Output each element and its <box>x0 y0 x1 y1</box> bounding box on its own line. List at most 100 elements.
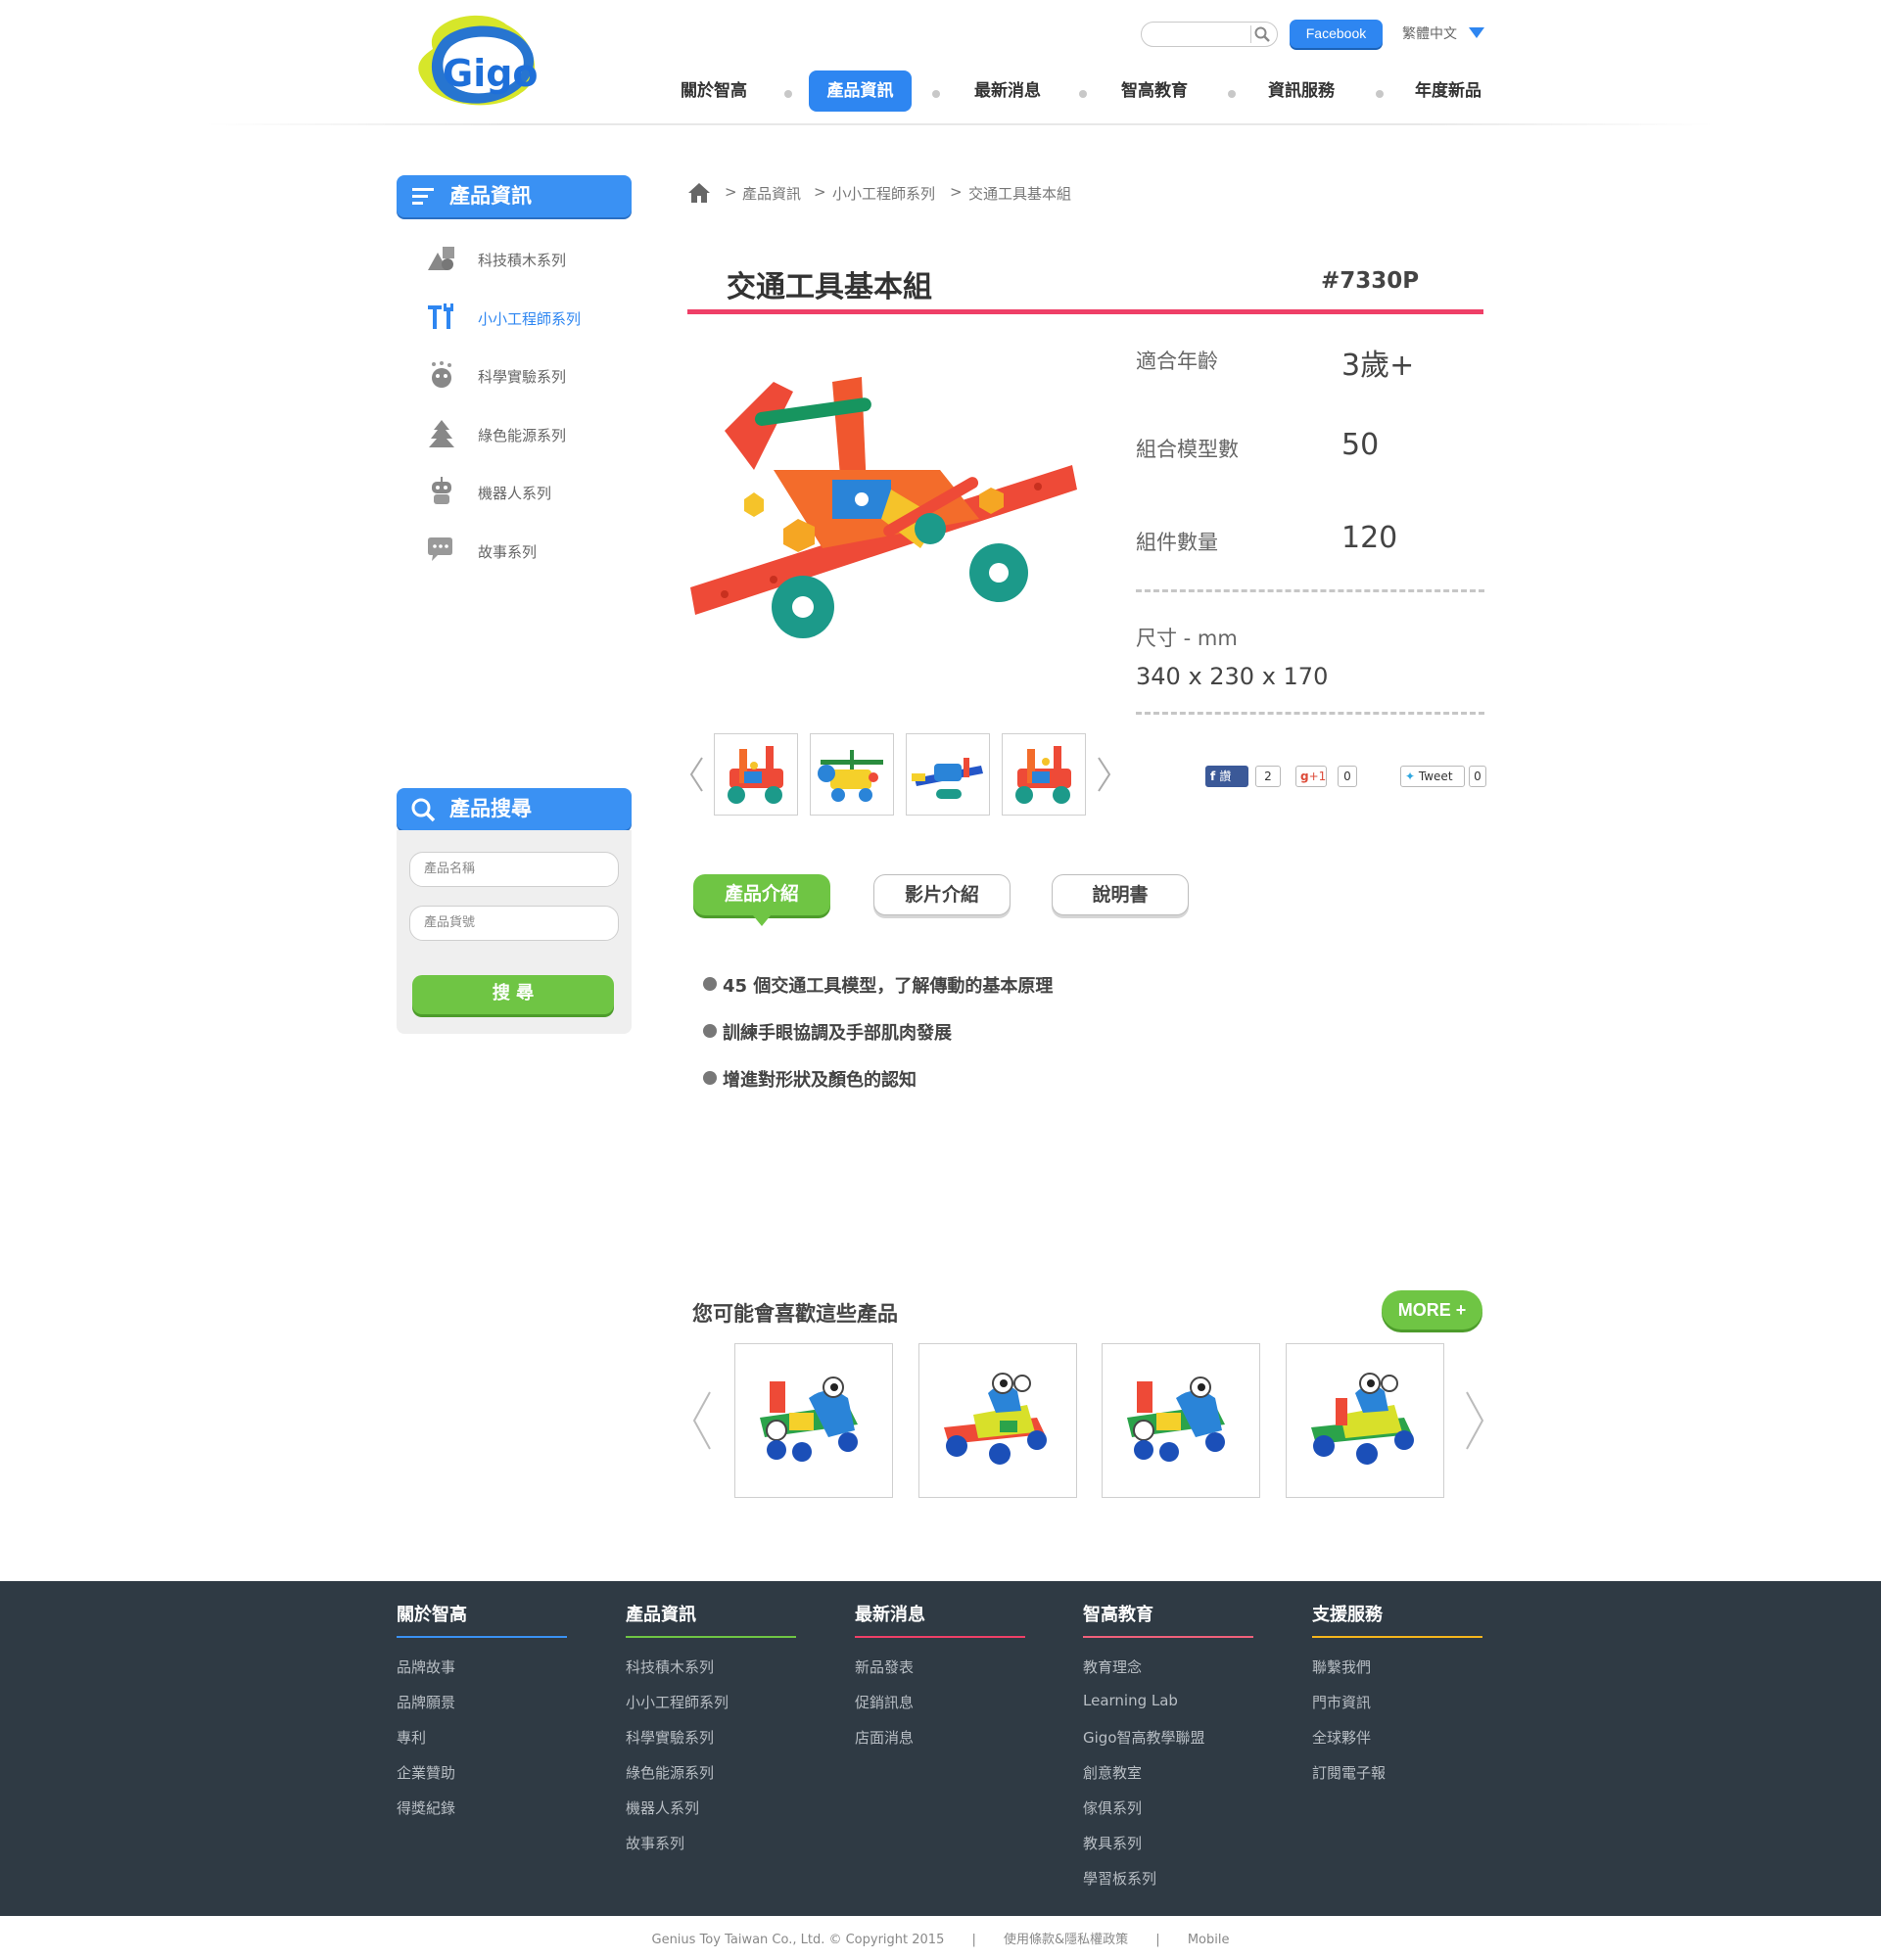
nav-new-products[interactable]: 年度新品 <box>1403 70 1493 112</box>
tree-icon <box>429 420 454 447</box>
search-divider <box>1250 25 1251 43</box>
gigo-logo[interactable]: Gigo <box>413 10 542 112</box>
footer-column-title[interactable]: 最新消息 <box>855 1601 925 1626</box>
spec-dashed-divider <box>1136 712 1484 715</box>
footer-column-underline <box>855 1636 1025 1638</box>
footer-link[interactable]: 全球夥伴 <box>1312 1727 1371 1748</box>
footer-link[interactable]: Gigo智高教學聯盟 <box>1083 1727 1205 1748</box>
footer-link[interactable]: 學習板系列 <box>1083 1868 1156 1889</box>
chat-bubble-icon <box>428 537 452 561</box>
footer-link[interactable]: 科技積木系列 <box>626 1657 714 1677</box>
models-label: 組合模型數 <box>1136 438 1239 461</box>
footer-link[interactable]: 專利 <box>397 1727 426 1748</box>
footer-column-title[interactable]: 關於智高 <box>397 1601 467 1626</box>
sidebar-products-header: 產品資訊 <box>397 175 632 217</box>
footer-link[interactable]: 店面消息 <box>855 1727 914 1748</box>
product-name-input[interactable]: 產品名稱 <box>409 852 619 887</box>
footer-column-underline <box>1083 1636 1253 1638</box>
tab-manual[interactable]: 說明書 <box>1052 874 1189 915</box>
product-thumbnail[interactable] <box>906 733 990 816</box>
footer-column-title[interactable]: 智高教育 <box>1083 1601 1153 1626</box>
tab-product-intro[interactable]: 產品介紹 <box>693 874 830 915</box>
related-product-card[interactable] <box>1286 1343 1444 1498</box>
age-label: 適合年齡 <box>1136 350 1218 373</box>
product-search-button[interactable]: 搜 尋 <box>412 975 614 1014</box>
product-code-input[interactable]: 產品貨號 <box>409 906 619 941</box>
footer-column-title[interactable]: 產品資訊 <box>626 1601 696 1626</box>
search-icon[interactable] <box>1253 25 1271 43</box>
sidebar-item-story[interactable]: 故事系列 <box>426 535 622 566</box>
nav-education[interactable]: 智高教育 <box>1109 70 1199 112</box>
home-icon[interactable] <box>687 182 711 204</box>
related-next-arrow-icon[interactable] <box>1465 1390 1486 1451</box>
sidebar-item-green-energy[interactable]: 綠色能源系列 <box>426 418 622 449</box>
sidebar-item-little-engineer[interactable]: 小小工程師系列 <box>426 302 622 333</box>
header-search-input[interactable] <box>1141 22 1278 47</box>
breadcrumb-separator: > <box>725 183 737 201</box>
related-product-card[interactable] <box>734 1343 893 1498</box>
footer-link[interactable]: 故事系列 <box>626 1833 684 1853</box>
footer-link[interactable]: 教育理念 <box>1083 1657 1142 1677</box>
more-button[interactable]: MORE + <box>1382 1290 1482 1330</box>
footer-link[interactable]: 促銷訊息 <box>855 1692 914 1712</box>
policy-link[interactable]: 使用條款&隱私權政策 <box>1004 1933 1128 1947</box>
sidebar-item-science[interactable]: 科學實驗系列 <box>426 359 622 391</box>
footer-link[interactable]: 傢俱系列 <box>1083 1797 1142 1818</box>
footer-link[interactable]: 聯繫我們 <box>1312 1657 1371 1677</box>
tab-video[interactable]: 影片介紹 <box>873 874 1011 915</box>
copyright-bar: Genius Toy Taiwan Co., Ltd. © Copyright … <box>0 1929 1881 1947</box>
footer-link[interactable]: 品牌願景 <box>397 1692 455 1712</box>
breadcrumb-products[interactable]: 產品資訊 <box>742 183 801 204</box>
language-selector[interactable]: 繁體中文 <box>1402 23 1457 43</box>
footer-link[interactable]: 機器人系列 <box>626 1797 699 1818</box>
footer-column-title[interactable]: 支援服務 <box>1312 1601 1383 1626</box>
related-prev-arrow-icon[interactable] <box>690 1390 712 1451</box>
robot-icon <box>432 477 451 504</box>
thumbs-prev-arrow-icon[interactable] <box>688 756 704 793</box>
tweet-button[interactable]: ✦ Tweet <box>1400 766 1465 787</box>
footer-column-underline <box>626 1636 796 1638</box>
footer-link[interactable]: 新品發表 <box>855 1657 914 1677</box>
footer-link[interactable]: Learning Lab <box>1083 1692 1178 1709</box>
copyright-separator: | <box>1155 1933 1160 1947</box>
footer-link[interactable]: 綠色能源系列 <box>626 1762 714 1783</box>
footer-link[interactable]: 品牌故事 <box>397 1657 455 1677</box>
footer-link[interactable]: 企業贊助 <box>397 1762 455 1783</box>
thumbs-next-arrow-icon[interactable] <box>1097 756 1112 793</box>
feature-text: 45 個交通工具模型，了解傳動的基本原理 <box>723 976 1054 997</box>
facebook-button[interactable]: Facebook <box>1290 20 1383 48</box>
copyright-separator: | <box>971 1933 976 1947</box>
sidebar-item-label: 綠色能源系列 <box>478 427 567 444</box>
facebook-like-button[interactable]: f 讚 <box>1205 766 1248 787</box>
product-thumbnail[interactable] <box>714 733 798 816</box>
related-product-card[interactable] <box>918 1343 1077 1498</box>
nav-news[interactable]: 最新消息 <box>963 70 1053 112</box>
breadcrumb-series[interactable]: 小小工程師系列 <box>832 183 935 204</box>
footer-link[interactable]: 得獎紀錄 <box>397 1797 455 1818</box>
parts-label: 組件數量 <box>1136 531 1218 554</box>
related-products-title: 您可能會喜歡這些產品 <box>692 1302 898 1326</box>
page: { "header": { "logo_text": "Gigo", "sear… <box>0 0 1881 1960</box>
chevron-down-icon[interactable] <box>1469 27 1484 38</box>
nav-services[interactable]: 資訊服務 <box>1256 70 1346 112</box>
sidebar-item-robot[interactable]: 機器人系列 <box>426 476 622 507</box>
bullet-icon <box>703 1024 717 1038</box>
footer-link[interactable]: 教具系列 <box>1083 1833 1142 1853</box>
search-icon <box>411 798 436 822</box>
facebook-icon: f <box>1210 770 1220 783</box>
related-product-card[interactable] <box>1102 1343 1260 1498</box>
footer-link[interactable]: 小小工程師系列 <box>626 1692 729 1712</box>
nav-about[interactable]: 關於智高 <box>669 70 759 112</box>
mobile-link[interactable]: Mobile <box>1188 1933 1230 1947</box>
google-plus-button[interactable]: g+1 <box>1295 766 1327 787</box>
product-thumbnail[interactable] <box>1002 733 1086 816</box>
nav-products[interactable]: 產品資訊 <box>809 70 912 112</box>
sidebar-item-tech-blocks[interactable]: 科技積木系列 <box>426 243 622 274</box>
footer-link[interactable]: 門市資訊 <box>1312 1692 1371 1712</box>
nav-separator-dot <box>1228 90 1236 98</box>
breadcrumb-separator: > <box>950 183 963 201</box>
product-thumbnail[interactable] <box>810 733 894 816</box>
footer-link[interactable]: 科學實驗系列 <box>626 1727 714 1748</box>
footer-link[interactable]: 創意教室 <box>1083 1762 1142 1783</box>
footer-link[interactable]: 訂閱電子報 <box>1312 1762 1386 1783</box>
